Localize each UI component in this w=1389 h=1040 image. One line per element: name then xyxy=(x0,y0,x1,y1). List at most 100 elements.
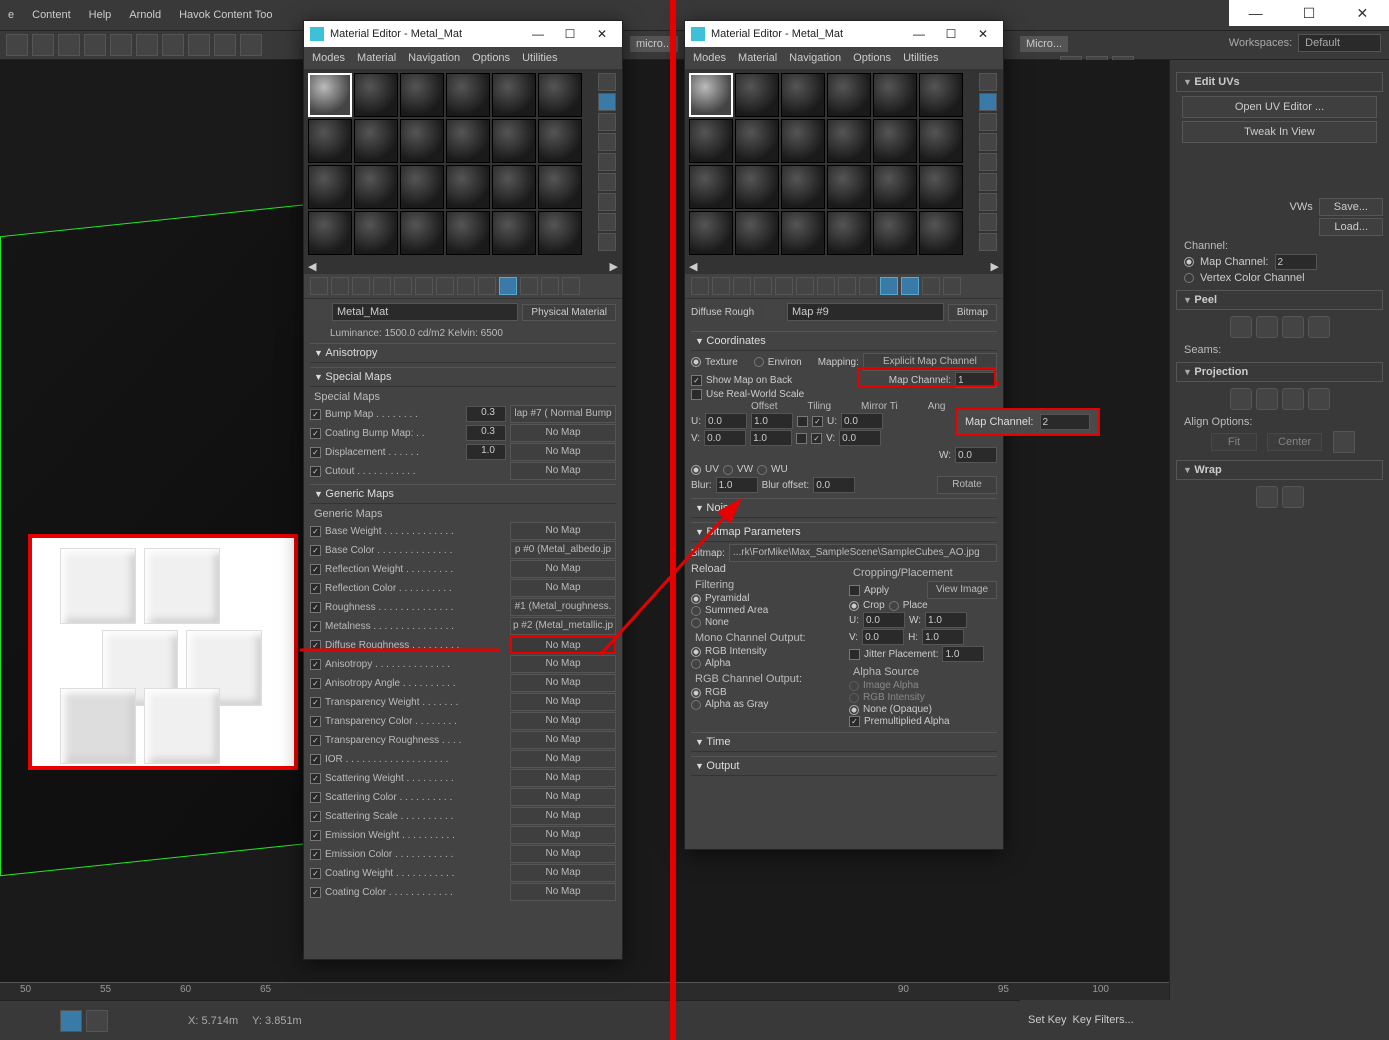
map-type-button[interactable]: Bitmap xyxy=(948,304,997,321)
sample-slot[interactable] xyxy=(308,73,352,117)
checkbox[interactable] xyxy=(310,678,321,689)
sample-slot[interactable] xyxy=(446,73,490,117)
mtool-icon[interactable] xyxy=(838,277,856,295)
place-radio[interactable] xyxy=(889,601,899,611)
workspace-dropdown[interactable]: Default xyxy=(1298,34,1381,52)
map-slot[interactable]: No Map xyxy=(510,864,616,882)
menu-item[interactable]: Options xyxy=(472,52,510,64)
rollout-edit-uvs[interactable]: Edit UVs xyxy=(1176,72,1383,92)
sample-slot[interactable] xyxy=(735,211,779,255)
v-tiling[interactable] xyxy=(750,430,792,446)
menu-item[interactable]: Help xyxy=(89,9,112,21)
menu-item[interactable]: Navigation xyxy=(408,52,460,64)
menu-item[interactable]: Material xyxy=(357,52,396,64)
checkbox[interactable] xyxy=(310,621,321,632)
mtool-icon[interactable] xyxy=(310,277,328,295)
checkbox[interactable] xyxy=(310,849,321,860)
map-name-input[interactable] xyxy=(787,303,944,321)
mtool-icon[interactable] xyxy=(754,277,772,295)
checkbox[interactable] xyxy=(310,583,321,594)
map-slot[interactable]: No Map xyxy=(510,424,616,442)
noneop-radio[interactable] xyxy=(849,705,859,715)
mtool-icon[interactable] xyxy=(796,277,814,295)
sample-slot[interactable] xyxy=(827,165,871,209)
sample-tool-icon[interactable] xyxy=(979,193,997,211)
wu-radio[interactable] xyxy=(757,465,767,475)
sample-slot[interactable] xyxy=(735,165,779,209)
rgbint-radio[interactable] xyxy=(691,647,701,657)
snap-toggle-icon[interactable] xyxy=(60,1010,82,1032)
checkbox[interactable] xyxy=(310,526,321,537)
v-angle[interactable] xyxy=(839,430,881,446)
toolbar-icon[interactable] xyxy=(214,34,236,56)
maximize-icon[interactable]: ☐ xyxy=(556,24,584,44)
sample-tool-icon[interactable] xyxy=(598,133,616,151)
sample-slot[interactable] xyxy=(446,119,490,163)
map-slot[interactable]: No Map xyxy=(510,462,616,480)
menu-item[interactable]: Modes xyxy=(693,52,726,64)
map-slot[interactable]: No Map xyxy=(510,712,616,730)
sample-tool-icon[interactable] xyxy=(598,213,616,231)
sample-scrollbar[interactable]: ◀▶ xyxy=(685,259,1003,273)
jitter-spinner[interactable] xyxy=(942,646,984,662)
sample-slot[interactable] xyxy=(781,165,825,209)
sample-tool-icon[interactable] xyxy=(979,173,997,191)
mtool-icon[interactable] xyxy=(478,277,496,295)
map-slot[interactable]: No Map xyxy=(510,522,616,540)
rollout-bitmap-parameters[interactable]: Bitmap Parameters xyxy=(691,522,997,542)
map-slot[interactable]: No Map xyxy=(510,443,616,461)
sample-slot[interactable] xyxy=(919,119,963,163)
rollout-wrap[interactable]: Wrap xyxy=(1176,460,1383,480)
map-slot[interactable]: No Map xyxy=(510,750,616,768)
minimize-icon[interactable]: — xyxy=(905,24,933,44)
sample-tool-icon[interactable] xyxy=(979,93,997,111)
titlebar[interactable]: Material Editor - Metal_Mat —☐✕ xyxy=(304,21,622,47)
rollout-special-maps[interactable]: Special Maps xyxy=(310,367,616,387)
rollout-anisotropy[interactable]: Anisotropy xyxy=(310,343,616,363)
sample-slot[interactable] xyxy=(873,211,917,255)
texture-radio[interactable] xyxy=(691,357,701,367)
sample-tool-icon[interactable] xyxy=(598,173,616,191)
premul-checkbox[interactable] xyxy=(849,716,860,727)
map-slot[interactable]: No Map xyxy=(510,636,616,654)
save-button[interactable]: Save... xyxy=(1319,198,1383,216)
toolbar-icon[interactable] xyxy=(58,34,80,56)
spinner[interactable]: 0.3 xyxy=(466,406,506,422)
spinner[interactable]: 1.0 xyxy=(466,444,506,460)
sample-slot[interactable] xyxy=(538,211,582,255)
minimize-icon[interactable]: — xyxy=(524,24,552,44)
peel-icon[interactable] xyxy=(1256,316,1278,338)
sample-slot[interactable] xyxy=(400,211,444,255)
map-slot[interactable]: lap #7 ( Normal Bump xyxy=(510,405,616,423)
map-slot[interactable]: No Map xyxy=(510,731,616,749)
checkbox[interactable] xyxy=(310,792,321,803)
menu-item[interactable]: Content xyxy=(32,9,71,21)
mtool-icon[interactable] xyxy=(436,277,454,295)
rollout-time[interactable]: Time xyxy=(691,732,997,752)
minimize-icon[interactable]: — xyxy=(1229,0,1282,26)
crop-h[interactable] xyxy=(922,629,964,645)
vw-radio[interactable] xyxy=(723,465,733,475)
sample-slot[interactable] xyxy=(308,211,352,255)
mtool-icon[interactable] xyxy=(457,277,475,295)
load-button[interactable]: Load... xyxy=(1319,218,1383,236)
environ-radio[interactable] xyxy=(754,357,764,367)
sample-slot[interactable] xyxy=(781,119,825,163)
sample-slot[interactable] xyxy=(538,73,582,117)
material-type-button[interactable]: Physical Material xyxy=(522,304,616,321)
sample-tool-icon[interactable] xyxy=(598,93,616,111)
mtool-icon[interactable] xyxy=(901,277,919,295)
map-slot[interactable]: No Map xyxy=(510,655,616,673)
map-slot[interactable]: No Map xyxy=(510,883,616,901)
sample-slot[interactable] xyxy=(781,73,825,117)
menu-item[interactable]: Utilities xyxy=(522,52,557,64)
checkbox[interactable] xyxy=(310,773,321,784)
sample-slot[interactable] xyxy=(446,211,490,255)
menu-item[interactable]: Material xyxy=(738,52,777,64)
checkbox[interactable] xyxy=(310,466,321,477)
close-icon[interactable]: ✕ xyxy=(588,24,616,44)
checkbox[interactable] xyxy=(310,659,321,670)
pyramidal-radio[interactable] xyxy=(691,594,701,604)
sample-slot[interactable] xyxy=(827,211,871,255)
mtool-icon[interactable] xyxy=(733,277,751,295)
